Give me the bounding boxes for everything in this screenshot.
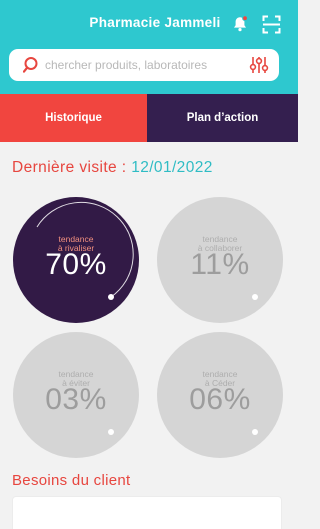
app-header: Pharmacie Jammeli	[0, 0, 298, 94]
last-visit-label: Dernière visite :	[12, 159, 132, 176]
pharmacy-title: Pharmacie Jammeli	[89, 15, 221, 30]
tab-plan-action[interactable]: Plan d’action	[147, 94, 298, 142]
tendency-value: 11%	[190, 248, 250, 281]
tendency-card-rivaliser[interactable]: tendance à rivaliser 70%	[13, 197, 139, 323]
bell-icon	[234, 15, 248, 32]
filter-icon[interactable]	[249, 55, 269, 75]
tab-historique[interactable]: Historique	[0, 94, 147, 142]
last-visit-date: 12/01/2022	[131, 159, 213, 176]
tendency-value: 70%	[45, 248, 107, 281]
search-icon[interactable]	[23, 56, 41, 74]
tendency-card-eviter[interactable]: tendance à éviter 03%	[13, 332, 139, 458]
search-bar	[9, 49, 279, 81]
search-input[interactable]	[45, 55, 245, 75]
tendency-value: 06%	[189, 383, 251, 416]
tendency-value: 03%	[45, 383, 107, 416]
tendency-card-ceder[interactable]: tendance à Céder 06%	[157, 332, 283, 458]
needs-card[interactable]	[12, 496, 282, 529]
scan-icon	[262, 15, 280, 33]
notification-button[interactable]	[230, 14, 250, 34]
scan-button[interactable]	[261, 14, 281, 34]
section-title-besoins: Besoins du client	[12, 472, 131, 489]
last-visit-line: Dernière visite : 12/01/2022	[12, 159, 213, 179]
tendency-card-collaborer[interactable]: tendance à collaborer 11%	[157, 197, 283, 323]
